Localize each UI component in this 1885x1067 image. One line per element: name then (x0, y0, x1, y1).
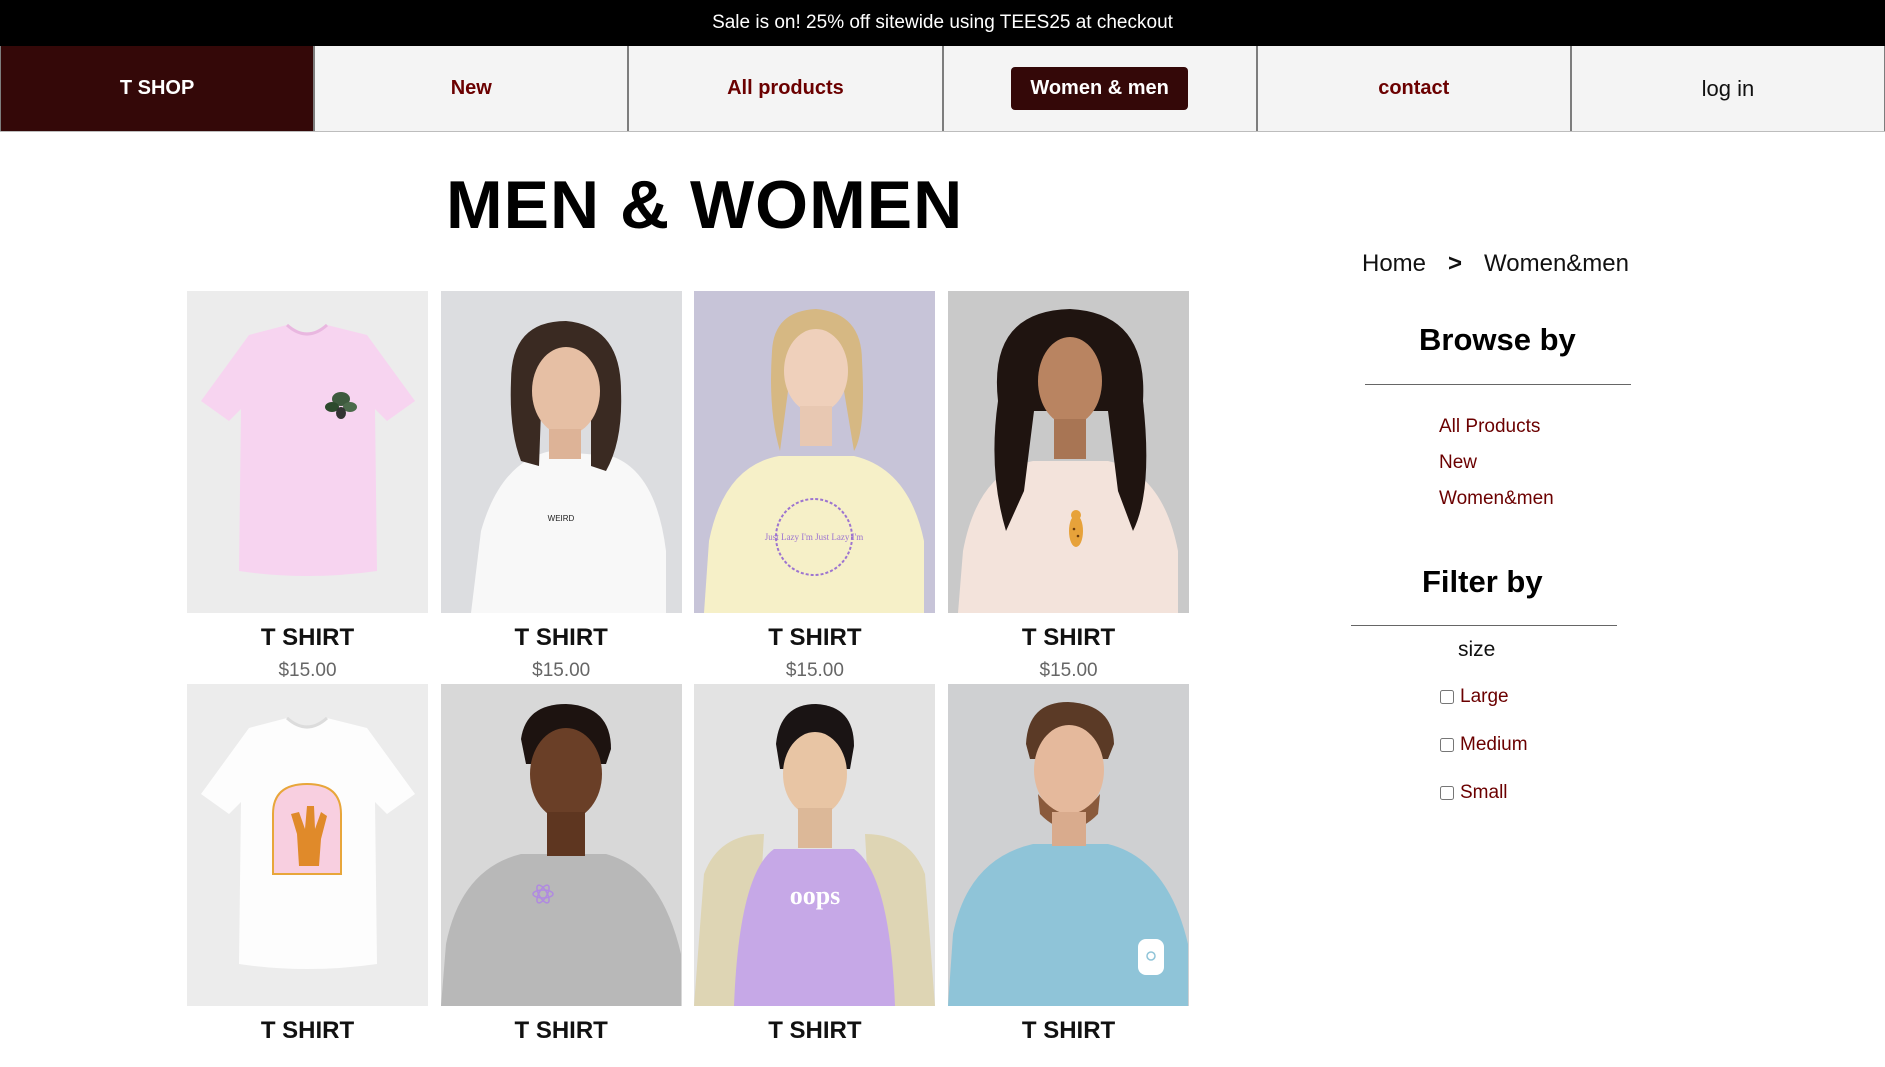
product-card[interactable]: T SHIRT (440, 684, 682, 1044)
product-card[interactable]: Just Lazy I'm Just Lazy I'm T SHIRT $15.… (694, 291, 936, 684)
product-price: $15.00 (278, 660, 337, 681)
nav-item-contact[interactable]: contact (1256, 46, 1571, 131)
product-name[interactable]: T SHIRT (948, 624, 1189, 651)
product-name[interactable]: T SHIRT (694, 1017, 935, 1044)
nav-new-label: New (450, 77, 492, 99)
nav-women-men-label: Women & men (1011, 67, 1188, 110)
product-card[interactable]: T SHIRT (187, 684, 428, 1044)
browse-link-all-products[interactable]: All Products (1439, 416, 1540, 438)
top-nav: T SHOP New All products Women & men cont… (0, 46, 1885, 132)
product-image-pink-tee[interactable] (187, 291, 428, 613)
product-image-man-gray-tee[interactable] (440, 684, 682, 1006)
product-card[interactable]: T SHIRT $15.00 (948, 291, 1190, 684)
product-name[interactable]: T SHIRT (441, 624, 682, 651)
product-grid: T SHIRT $15.00 WEIRD T SHIRT $15.00 Just… (187, 291, 1190, 1044)
product-card[interactable]: T SHIRT $15.00 (187, 291, 428, 684)
product-name[interactable]: T SHIRT (441, 1017, 682, 1044)
browse-link-new[interactable]: New (1439, 452, 1477, 474)
product-price: $15.00 (785, 660, 844, 681)
nav-item-login[interactable]: log in (1570, 46, 1885, 131)
nav-item-all-products[interactable]: All products (628, 46, 943, 131)
size-small-label: Small (1460, 782, 1508, 803)
breadcrumb-home-link[interactable]: Home (1362, 250, 1426, 278)
nav-contact-label: contact (1378, 77, 1450, 99)
brand-label: T SHOP (119, 77, 195, 99)
product-price: $15.00 (532, 660, 591, 681)
size-medium-label: Medium (1460, 734, 1528, 755)
product-image-woman-cream-tee[interactable] (948, 291, 1190, 613)
size-large-label: Large (1460, 686, 1509, 707)
product-image-man-blue-tee[interactable] (948, 684, 1190, 1006)
product-image-woman-white-tee[interactable]: WEIRD (440, 291, 682, 613)
product-name[interactable]: T SHIRT (187, 1017, 428, 1044)
breadcrumb-separator: > (1448, 250, 1463, 277)
browse-heading: Browse by (1419, 322, 1576, 357)
product-print-text: Just Lazy I'm Just Lazy I'm (765, 532, 863, 542)
product-name[interactable]: T SHIRT (187, 624, 428, 651)
breadcrumb-current: Women&men (1484, 250, 1629, 277)
nav-brand-logo[interactable]: T SHOP (0, 46, 315, 131)
size-filter-label: size (1458, 638, 1496, 661)
nav-item-new[interactable]: New (314, 46, 629, 131)
promo-text: Sale is on! 25% off sitewide using TEES2… (712, 12, 1173, 33)
browse-divider (1365, 384, 1631, 385)
size-large-checkbox[interactable] (1440, 690, 1454, 704)
size-option-small[interactable]: Small (1440, 782, 1508, 804)
product-print-text: WEIRD (547, 514, 574, 523)
promo-banner: Sale is on! 25% off sitewide using TEES2… (0, 0, 1885, 46)
product-card[interactable]: oops T SHIRT (694, 684, 936, 1044)
product-image-man-lilac-tee[interactable]: oops (694, 684, 936, 1006)
filter-divider (1351, 625, 1617, 626)
product-name[interactable]: T SHIRT (948, 1017, 1189, 1044)
filter-heading: Filter by (1422, 564, 1543, 599)
size-option-large[interactable]: Large (1440, 686, 1509, 708)
browse-link-women-men[interactable]: Women&men (1439, 488, 1554, 510)
page-title: MEN & WOMEN (446, 167, 964, 243)
product-image-woman-yellow-tee[interactable]: Just Lazy I'm Just Lazy I'm (694, 291, 936, 613)
nav-login-label: log in (1701, 75, 1755, 101)
product-price: $15.00 (1039, 660, 1098, 681)
nav-all-products-label: All products (727, 77, 844, 99)
nav-item-women-men[interactable]: Women & men (942, 46, 1257, 131)
product-print-text: oops (790, 881, 841, 910)
product-image-white-tee-hand[interactable] (187, 684, 428, 1006)
size-medium-checkbox[interactable] (1440, 738, 1454, 752)
product-name[interactable]: T SHIRT (694, 624, 935, 651)
product-card[interactable]: T SHIRT (948, 684, 1190, 1044)
size-option-medium[interactable]: Medium (1440, 734, 1528, 756)
breadcrumb: Home > Women&men (1362, 250, 1629, 278)
product-card[interactable]: WEIRD T SHIRT $15.00 (440, 291, 682, 684)
size-small-checkbox[interactable] (1440, 786, 1454, 800)
